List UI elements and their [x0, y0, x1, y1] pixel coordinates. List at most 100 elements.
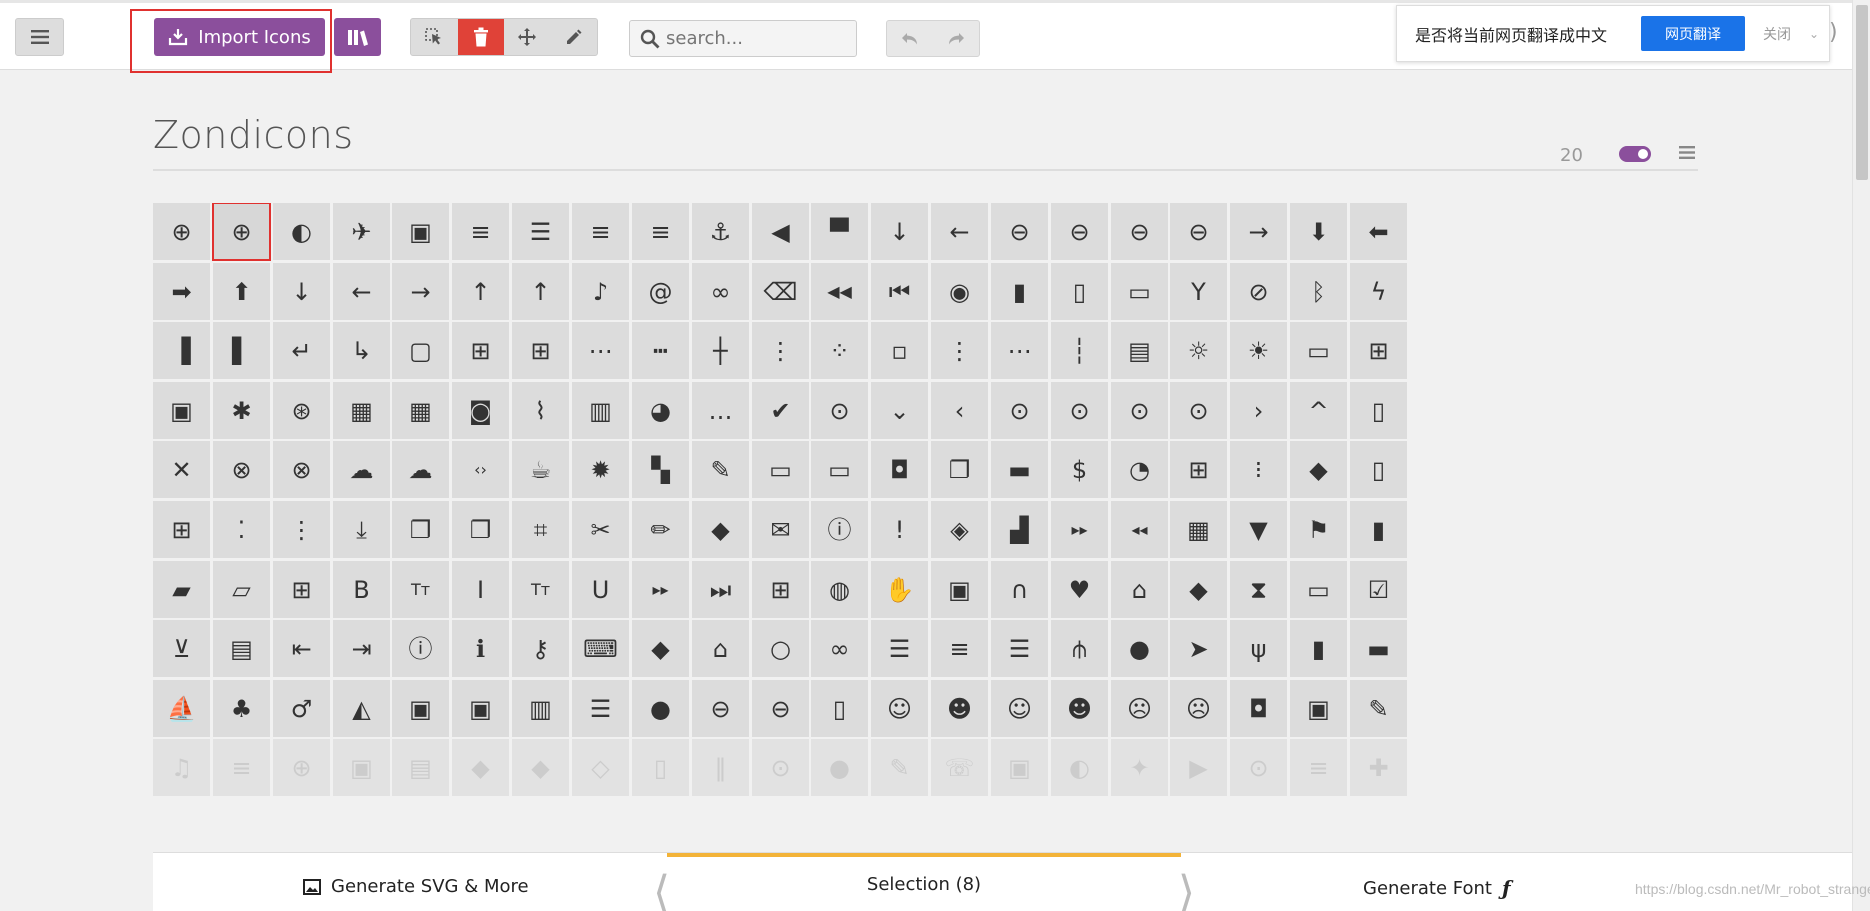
border-inner-icon[interactable]: ┼: [692, 322, 749, 379]
computer-laptop-icon[interactable]: ▭: [811, 441, 868, 498]
arrow-down-icon[interactable]: ↓: [871, 203, 928, 260]
brightness-up-icon[interactable]: ☀: [1230, 322, 1287, 379]
set-toggle-switch[interactable]: [1619, 146, 1651, 162]
adjust-icon[interactable]: ◐: [273, 203, 330, 260]
arrow-return-icon[interactable]: ↵: [273, 322, 330, 379]
play-icon[interactable]: ▶: [1170, 739, 1227, 796]
news-paper-icon[interactable]: ▤: [392, 739, 449, 796]
mood-sad-outline-icon[interactable]: ☹: [1111, 680, 1168, 737]
airplane-icon[interactable]: ✈: [333, 203, 390, 260]
close-outline-icon[interactable]: ⊗: [213, 441, 270, 498]
arrow-outline-up-icon[interactable]: ⊖: [1170, 203, 1227, 260]
headphones-icon[interactable]: ∩: [991, 561, 1048, 618]
format-italic-icon[interactable]: I: [452, 561, 509, 618]
layers-icon[interactable]: ◆: [632, 620, 689, 677]
border-bottom-icon[interactable]: ⋯: [572, 322, 629, 379]
arrow-right-icon[interactable]: →: [1230, 203, 1287, 260]
list-icon[interactable]: ☰: [871, 620, 928, 677]
document-icon[interactable]: ▯: [1350, 441, 1407, 498]
mood-sad-solid-icon[interactable]: ☹: [1170, 680, 1227, 737]
arrow-outline-down-icon[interactable]: ⊖: [991, 203, 1048, 260]
badge-icon[interactable]: ◉: [931, 263, 988, 320]
mobile-devices-icon[interactable]: ▯: [811, 680, 868, 737]
border-outer-icon[interactable]: ▫: [871, 322, 928, 379]
directions-icon[interactable]: ◆: [1290, 441, 1347, 498]
bluetooth-icon[interactable]: ᛒ: [1290, 263, 1347, 320]
edit-tool-button[interactable]: [551, 19, 598, 55]
music-album-icon[interactable]: ▣: [1290, 680, 1347, 737]
delete-tool-button[interactable]: [457, 19, 504, 55]
cheveron-outline-down-icon[interactable]: ⊙: [991, 382, 1048, 439]
box-icon[interactable]: ▤: [1111, 322, 1168, 379]
arrow-thick-right-icon[interactable]: ➡: [153, 263, 210, 320]
align-justified-icon[interactable]: ☰: [512, 203, 569, 260]
phone-icon[interactable]: ☏: [931, 739, 988, 796]
music-notes-icon[interactable]: ♫: [153, 739, 210, 796]
cheveron-right-icon[interactable]: ›: [1230, 382, 1287, 439]
chevron-down-icon[interactable]: ⌄: [1809, 27, 1819, 41]
artist-icon[interactable]: ♪: [572, 263, 629, 320]
coffee-icon[interactable]: ☕: [512, 441, 569, 498]
navigation-more-icon[interactable]: ⊕: [273, 739, 330, 796]
copy-icon[interactable]: ❐: [931, 441, 988, 498]
calculator-icon[interactable]: ▦: [333, 382, 390, 439]
arrow-outline-right-icon[interactable]: ⊖: [1111, 203, 1168, 260]
exclamation-solid-icon[interactable]: !: [871, 501, 928, 558]
backspace-icon[interactable]: ⌫: [752, 263, 809, 320]
align-left-icon[interactable]: ≡: [572, 203, 629, 260]
heart-icon[interactable]: ♥: [1051, 561, 1108, 618]
arrow-outline-left-icon[interactable]: ⊖: [1051, 203, 1108, 260]
load-balancer-icon[interactable]: ⫛: [1051, 620, 1108, 677]
notification-icon[interactable]: ◆: [452, 739, 509, 796]
browser-window-new-icon[interactable]: ⊞: [1350, 322, 1407, 379]
cheveron-down-icon[interactable]: ⌄: [871, 382, 928, 439]
lock-open-icon[interactable]: ▣: [452, 680, 509, 737]
light-bulb-icon[interactable]: ○: [752, 620, 809, 677]
search-input[interactable]: [666, 28, 846, 49]
undo-button[interactable]: [887, 21, 933, 56]
dots-horizontal-double-icon[interactable]: ⁚: [213, 501, 270, 558]
hour-glass-icon[interactable]: ⧗: [1230, 561, 1287, 618]
color-palette-icon[interactable]: ▚: [632, 441, 689, 498]
border-vertical-icon[interactable]: ┆: [1051, 322, 1108, 379]
inbox-full-icon[interactable]: ▤: [213, 620, 270, 677]
mood-neutral-outline-icon[interactable]: ☺: [991, 680, 1048, 737]
chart-icon[interactable]: ⌇: [512, 382, 569, 439]
select-tool-button[interactable]: [411, 19, 458, 55]
library-button[interactable]: [334, 18, 381, 56]
hard-drive-icon[interactable]: ▣: [931, 561, 988, 618]
mood-neutral-solid-icon[interactable]: ☻: [1051, 680, 1108, 737]
attachment-icon[interactable]: ∞: [692, 263, 749, 320]
arrow-corner-icon[interactable]: ↳: [333, 322, 390, 379]
php-elephant-icon[interactable]: ◐: [1051, 739, 1108, 796]
notifications-outline-icon[interactable]: ◇: [572, 739, 629, 796]
dashboard-icon[interactable]: ◔: [1111, 441, 1168, 498]
exclamation-outline-icon[interactable]: ⓘ: [811, 501, 868, 558]
camera-icon[interactable]: ◙: [452, 382, 509, 439]
hand-stop-icon[interactable]: ✋: [871, 561, 928, 618]
announcement-icon[interactable]: ◀: [752, 203, 809, 260]
code-icon[interactable]: ‹›: [452, 441, 509, 498]
search-box[interactable]: [629, 20, 857, 57]
calendar-icon[interactable]: ▦: [392, 382, 449, 439]
battery-half-icon[interactable]: ▯: [1051, 263, 1108, 320]
cloud-icon[interactable]: ☁: [333, 441, 390, 498]
credit-card-icon[interactable]: ▬: [991, 441, 1048, 498]
menu-icon[interactable]: ☰: [572, 680, 629, 737]
cloud-upload-icon[interactable]: ☁: [392, 441, 449, 498]
computer-desktop-icon[interactable]: ▭: [752, 441, 809, 498]
download-icon[interactable]: ⤓: [333, 501, 390, 558]
page-scrollbar[interactable]: [1852, 0, 1870, 911]
at-symbol-icon[interactable]: @: [632, 263, 689, 320]
cog-icon[interactable]: ✹: [572, 441, 629, 498]
list-menu-icon[interactable]: [1679, 146, 1695, 159]
network-icon[interactable]: ▣: [333, 739, 390, 796]
arrow-up-icon[interactable]: ↑: [512, 263, 569, 320]
information-outline-icon[interactable]: ⓘ: [392, 620, 449, 677]
book-reference-icon[interactable]: ▐: [153, 322, 210, 379]
album-icon[interactable]: ▣: [392, 203, 449, 260]
forward-step-icon[interactable]: ⏭: [692, 561, 749, 618]
anchor-icon[interactable]: ⚓: [692, 203, 749, 260]
bolt-icon[interactable]: ϟ: [1350, 263, 1407, 320]
arrow-thin-left-icon[interactable]: ←: [333, 263, 390, 320]
